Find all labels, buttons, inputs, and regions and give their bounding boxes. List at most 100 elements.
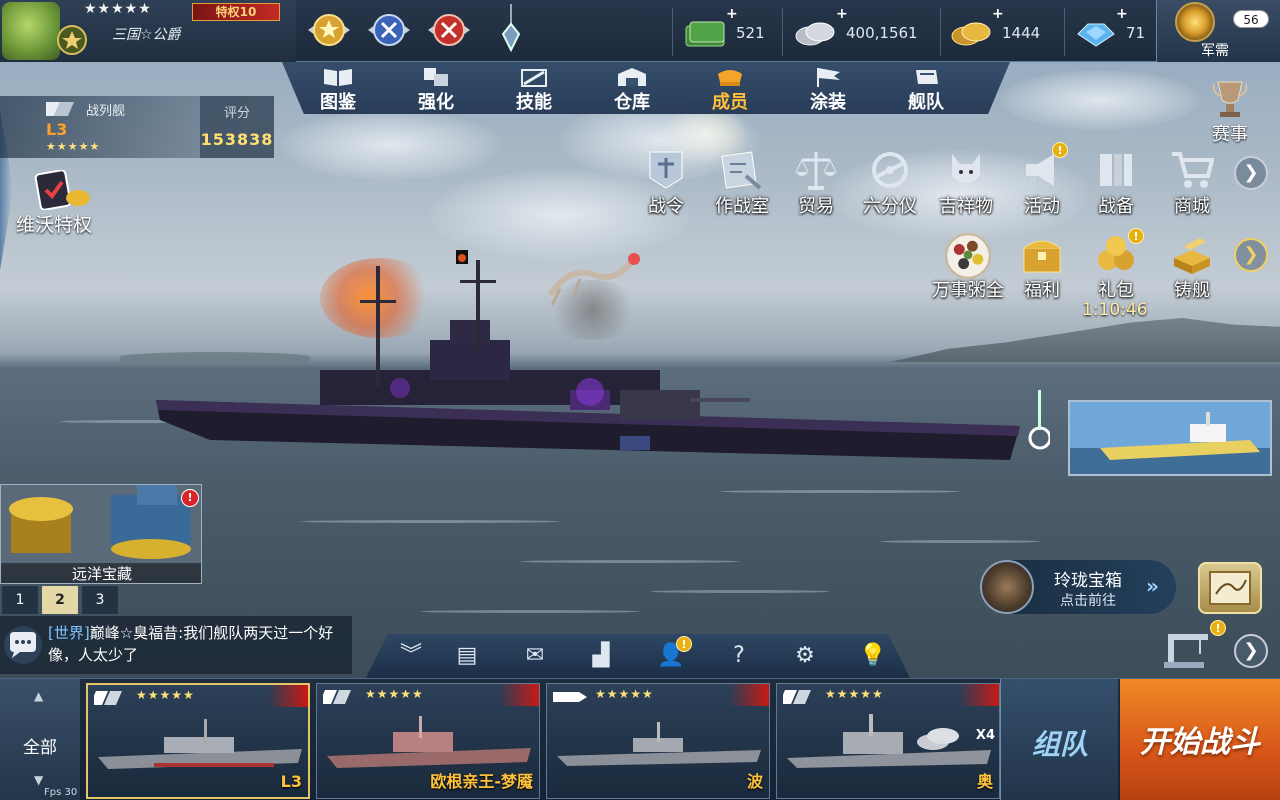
feature-shop[interactable]: 商城 — [1158, 148, 1226, 220]
diamond-icon — [1077, 23, 1115, 47]
bottom-toolbar: ︾ ▤ ✉ ▟ 👤 ! ? ⚙ 💡 — [366, 634, 910, 678]
war-room-icon — [721, 151, 762, 190]
vip-badge[interactable]: 特权10 — [192, 3, 280, 21]
vip-privilege-button[interactable]: 维沃特权 — [0, 168, 120, 238]
more-features-arrow-2[interactable]: ❯ — [1234, 238, 1268, 272]
currency-silver[interactable]: + 400,1561 — [794, 6, 918, 50]
divider — [672, 8, 673, 56]
ranking-icon[interactable]: ▟ — [586, 642, 616, 670]
feature-readiness[interactable]: 战备 — [1082, 148, 1150, 220]
page-tab-3[interactable]: 3 — [82, 586, 118, 614]
filter-label: 全部 — [23, 738, 57, 758]
ship-card[interactable]: ★★★★★ 欧根亲王-梦魇 — [316, 683, 540, 799]
avatar[interactable] — [2, 2, 60, 60]
tab-crew[interactable]: 成员 — [680, 62, 780, 114]
ship-card[interactable]: ★★★★★ L3 — [86, 683, 310, 799]
ship-card-image — [557, 722, 761, 766]
ship-card-name: 波 — [746, 772, 763, 791]
double-chevron-icon: » — [1146, 574, 1159, 598]
feature-forge[interactable]: 铸舰 — [1158, 232, 1226, 304]
chevron-down-icon[interactable]: ▼ — [34, 773, 43, 787]
currency-diamond[interactable]: + 71 — [1074, 6, 1146, 50]
feature-gift-pack[interactable]: 礼包 ! — [1082, 228, 1150, 304]
chevron-right-icon: ❯ — [1243, 244, 1259, 265]
chat-bubble-icon[interactable] — [4, 626, 42, 664]
tab-fleet[interactable]: 舰队 — [876, 62, 976, 114]
chevron-up-icon[interactable]: ▲ — [34, 689, 43, 703]
wave — [650, 590, 830, 593]
player-panel[interactable]: ★★★★★ 特权10 三国☆公爵 — [0, 0, 296, 62]
supply-button[interactable]: 56 军需 — [1156, 0, 1280, 62]
team-up-label: 组队 — [1031, 728, 1088, 761]
tab-label: 图鉴 — [320, 92, 356, 113]
tab-skills[interactable]: 技能 — [484, 62, 584, 114]
start-battle-label: 开始战斗 — [1140, 725, 1260, 760]
pendant-icon[interactable] — [500, 4, 522, 54]
add-icon[interactable]: + — [1116, 6, 1128, 22]
ship-info-panel[interactable]: 战列舰 L3 ★★★★★ 评分 153838 — [0, 96, 274, 158]
ocean-treasure-card[interactable]: ! 远洋宝藏 — [0, 484, 202, 584]
page-tab-2[interactable]: 2 — [42, 586, 78, 614]
feature-battle-pass[interactable]: 战令 — [632, 148, 700, 220]
feature-sextant[interactable]: 六分仪 — [856, 148, 924, 220]
fleet-icon — [916, 70, 938, 84]
hint-icon[interactable]: 💡 — [858, 642, 888, 670]
settings-icon[interactable]: ⚙ — [790, 642, 820, 670]
chat-message-text: 巅峰☆臭福昔:我们舰队两天过一个好像，人太少了 — [48, 624, 334, 664]
tab-label: 强化 — [418, 92, 454, 113]
tab-codex[interactable]: 图鉴 — [288, 62, 388, 114]
add-icon[interactable]: + — [726, 6, 738, 22]
event-button[interactable]: 赛事 — [1198, 72, 1262, 145]
mail-icon[interactable]: ✉ — [520, 642, 550, 670]
add-icon[interactable]: + — [836, 6, 848, 22]
currency-gold[interactable]: + 1444 — [950, 6, 1040, 50]
tab-warehouse[interactable]: 仓库 — [582, 62, 682, 114]
upgrade-icon — [424, 68, 448, 86]
medal-red-icon[interactable] — [424, 8, 474, 52]
ship-preview-thumbnail[interactable] — [1068, 400, 1272, 476]
divider — [940, 8, 941, 56]
rating-label: 评分 — [223, 106, 250, 121]
page-tab-1[interactable]: 1 — [2, 586, 38, 614]
battleship-class-icon — [783, 690, 811, 704]
team-up-button[interactable]: 组队 — [1000, 679, 1118, 800]
treasure-chest-icon — [980, 560, 1034, 614]
expand-right-arrow[interactable]: ❯ — [1234, 634, 1268, 668]
warehouse-icon — [618, 68, 646, 86]
ship-card-name: L3 — [280, 772, 302, 791]
ship-card-stars: ★★★★★ — [825, 687, 884, 701]
currency-value: 71 — [1126, 24, 1146, 42]
tab-paint[interactable]: 涂装 — [778, 62, 878, 114]
mascot-icon — [952, 154, 980, 183]
treasure-chest-entry[interactable]: 玲珑宝箱 点击前往 » — [980, 560, 1176, 614]
ship-card[interactable]: ★★★★★ 波 — [546, 683, 770, 799]
tab-upgrade[interactable]: 强化 — [386, 62, 486, 114]
start-battle-button[interactable]: 开始战斗 — [1120, 679, 1280, 800]
medal-gold-icon[interactable] — [304, 8, 354, 52]
sextant-icon — [872, 152, 908, 188]
more-features-arrow[interactable]: ❯ — [1234, 156, 1268, 190]
currency-cash[interactable]: + 521 — [684, 6, 765, 50]
chat-message: [世界]巅峰☆臭福昔:我们舰队两天过一个好像，人太少了 — [48, 622, 344, 666]
add-icon[interactable]: + — [992, 6, 1004, 22]
battleship-model[interactable] — [150, 240, 1050, 490]
chat-box[interactable]: [世界]巅峰☆臭福昔:我们舰队两天过一个好像，人太少了 — [0, 616, 352, 674]
filter-all-button[interactable]: ▲ 全部 ▼ Fps 30 — [0, 679, 80, 800]
divider — [1064, 8, 1065, 56]
currency-value: 521 — [736, 24, 765, 42]
ship-name: L3 — [46, 120, 68, 139]
clipboard-icon[interactable]: ▤ — [452, 642, 482, 670]
tab-label: 仓库 — [614, 92, 650, 113]
vip-privilege-label: 维沃特权 — [16, 214, 93, 236]
chevron-right-icon: ❯ — [1243, 640, 1259, 661]
ship-card[interactable]: ★★★★★ X4 奥 — [776, 683, 1000, 799]
collapse-icon[interactable]: ︾ — [396, 642, 426, 670]
port-crane-button[interactable]: ! — [1160, 620, 1226, 670]
medal-blue-icon[interactable] — [364, 8, 414, 52]
help-icon[interactable]: ? — [724, 642, 754, 670]
supply-count-badge: 56 — [1233, 10, 1269, 28]
sea-map-button[interactable] — [1198, 562, 1262, 614]
feature-mascot[interactable]: 吉祥物 — [932, 148, 1000, 220]
ship-card-image — [787, 714, 991, 768]
ship-roster-bar: ▲ 全部 ▼ Fps 30 ★★★★★ L3 ★★★★★ 欧根亲王-梦魇 ★★★… — [0, 678, 1280, 800]
